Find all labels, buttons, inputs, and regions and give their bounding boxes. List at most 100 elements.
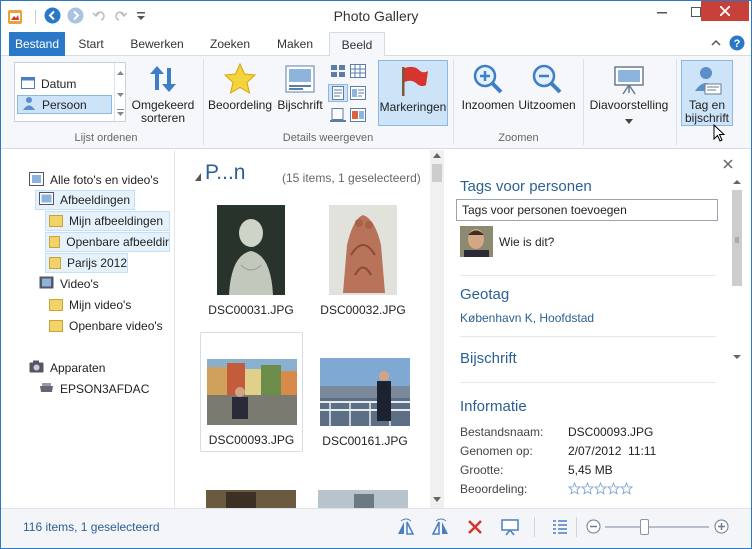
thumbnail-dsc00093-selected[interactable]: DSC00093.JPG: [200, 332, 303, 452]
close-button[interactable]: [701, 1, 749, 21]
layout-list-icon[interactable]: [350, 86, 366, 103]
svg-text:?: ?: [734, 38, 741, 50]
details-view-icon[interactable]: [552, 520, 568, 537]
collapse-group-icon[interactable]: [195, 170, 201, 184]
zoom-out-label: Uitzoomen: [518, 98, 576, 112]
nav-public-pictures[interactable]: Openbare afbeeldir: [45, 232, 170, 252]
nav-devices-label: Apparaten: [50, 361, 106, 375]
film-icon: [39, 276, 54, 292]
thumbnail-caption: DSC00161.JPG: [322, 434, 408, 448]
rotate-left-icon[interactable]: [396, 518, 416, 539]
folder-icon: [49, 236, 61, 248]
sort-by-date-label: Datum: [41, 77, 77, 91]
nav-paris-2012[interactable]: Parijs 2012: [45, 253, 128, 273]
nav-paris-label: Parijs 2012: [66, 256, 127, 270]
divider: [460, 336, 716, 337]
rating-stars[interactable]: [567, 481, 634, 498]
thumbnail-partial[interactable]: [206, 490, 296, 508]
tag-and-caption-button[interactable]: Tag en bijschrift: [681, 60, 733, 126]
info-key: Bestandsnaam:: [460, 425, 544, 439]
tab-beeld[interactable]: Beeld: [329, 32, 385, 57]
tab-bestand[interactable]: Bestand: [9, 32, 65, 56]
list-scroll[interactable]: [114, 63, 125, 121]
rotate-right-icon[interactable]: [431, 518, 451, 539]
zoom-slider[interactable]: [605, 519, 709, 535]
people-tag-input[interactable]: Tags voor personen toevoegen: [456, 199, 718, 221]
group-count: (15 items, 1 geselecteerd): [282, 171, 421, 185]
layout-details-icon[interactable]: [328, 84, 348, 102]
nav-public-videos[interactable]: Openbare video's: [49, 316, 163, 336]
face-avatar: [460, 226, 493, 257]
ribbon-collapse-icon[interactable]: [711, 37, 721, 51]
zoom-out-icon: [530, 62, 564, 96]
sort-by-date[interactable]: Datum: [17, 75, 112, 93]
rating-label: Beoordeling: [207, 98, 273, 112]
slideshow-button[interactable]: Diavoorstelling: [587, 62, 671, 127]
geotag-header: Geotag: [460, 286, 510, 303]
zoom-in-button[interactable]: Inzoomen: [459, 62, 517, 112]
nav-my-pictures-label: Mijn afbeeldingen: [69, 214, 164, 228]
nav-videos[interactable]: Video's: [39, 274, 99, 294]
tab-start[interactable]: Start: [67, 32, 115, 56]
pane-scrollbar[interactable]: [730, 178, 744, 372]
tab-bewerken[interactable]: Bewerken: [121, 32, 193, 56]
tab-maken[interactable]: Maken: [267, 32, 323, 56]
info-row: Bestandsnaam: DSC00093.JPG: [460, 425, 720, 441]
person-tag-icon: [690, 63, 724, 96]
tags-button[interactable]: Markeringen: [378, 60, 448, 126]
nav-videos-label: Video's: [60, 277, 99, 291]
rating-button[interactable]: Beoordeling: [206, 62, 274, 112]
geotag-link[interactable]: København K, Hoofdstad: [460, 311, 594, 325]
layout-table-icon[interactable]: [350, 64, 366, 81]
group-label-list: Lijst ordenen: [74, 132, 138, 144]
delete-icon[interactable]: [467, 519, 483, 538]
nav-public-pictures-label: Openbare afbeeldir: [66, 235, 169, 249]
divider: [534, 517, 535, 537]
group-separator: [583, 59, 584, 145]
photo-statue-bust: [217, 205, 285, 295]
status-bar: 116 items, 1 geselecteerd: [1, 508, 751, 548]
sort-list-box: Datum Persoon: [14, 62, 126, 122]
group-label-details: Details weergeven: [282, 132, 374, 144]
thumbnail-dsc00031[interactable]: DSC00031.JPG: [201, 205, 301, 317]
thumbnail-partial[interactable]: [318, 490, 408, 508]
pictures-icon: [39, 192, 54, 208]
thumbnail-dsc00161[interactable]: DSC00161.JPG: [313, 358, 417, 448]
layout-thumbs-icon[interactable]: [330, 64, 346, 81]
nav-my-pictures[interactable]: Mijn afbeeldingen: [45, 211, 170, 231]
zoom-slider-thumb[interactable]: [640, 519, 649, 535]
close-pane-icon[interactable]: [723, 158, 733, 172]
red-flag-icon: [396, 64, 430, 98]
photo-grid: P...n (15 items, 1 geselecteerd) DSC0003…: [176, 150, 446, 508]
slideshow-dropdown-icon[interactable]: [625, 114, 633, 127]
nav-my-videos[interactable]: Mijn video's: [49, 295, 131, 315]
layout-caption-icon[interactable]: [330, 108, 346, 125]
sort-by-person[interactable]: Persoon: [17, 95, 112, 114]
slideshow-status-icon[interactable]: [501, 518, 519, 539]
zoom-out-button[interactable]: Uitzoomen: [517, 62, 577, 112]
zoom-in-status-icon[interactable]: [714, 519, 729, 537]
zoom-out-status-icon[interactable]: [586, 519, 601, 537]
gallery-icon: [29, 171, 44, 189]
help-icon[interactable]: ?: [729, 35, 745, 54]
photo-terracotta-sculpture: [329, 205, 397, 295]
tab-zoeken[interactable]: Zoeken: [199, 32, 261, 56]
folder-icon: [49, 257, 61, 269]
caption-button[interactable]: Bijschrift: [274, 62, 326, 112]
nav-device-epson[interactable]: EPSON3AFDAC: [39, 379, 149, 399]
minimize-button[interactable]: [645, 1, 679, 23]
thumbnail-dsc00032[interactable]: DSC00032.JPG: [313, 205, 413, 317]
nav-devices[interactable]: Apparaten: [29, 358, 105, 378]
information-header: Informatie: [460, 398, 527, 415]
content-scrollbar[interactable]: [430, 150, 444, 508]
ribbon-tabs: Bestand Start Bewerken Zoeken Maken Beel…: [1, 32, 751, 57]
info-pane: Tags voor personen Tags voor personen to…: [447, 150, 745, 508]
slideshow-icon: [612, 62, 646, 96]
view-layout-grid: [328, 62, 372, 126]
nav-all-photos[interactable]: Alle foto's en video's: [29, 170, 159, 190]
nav-pictures[interactable]: Afbeeldingen: [35, 190, 135, 210]
who-is-this[interactable]: Wie is dit?: [499, 235, 554, 249]
scanner-icon: [39, 382, 54, 396]
layout-tiles-icon[interactable]: [350, 108, 366, 125]
reverse-sort-button[interactable]: Omgekeerd sorteren: [129, 62, 197, 125]
